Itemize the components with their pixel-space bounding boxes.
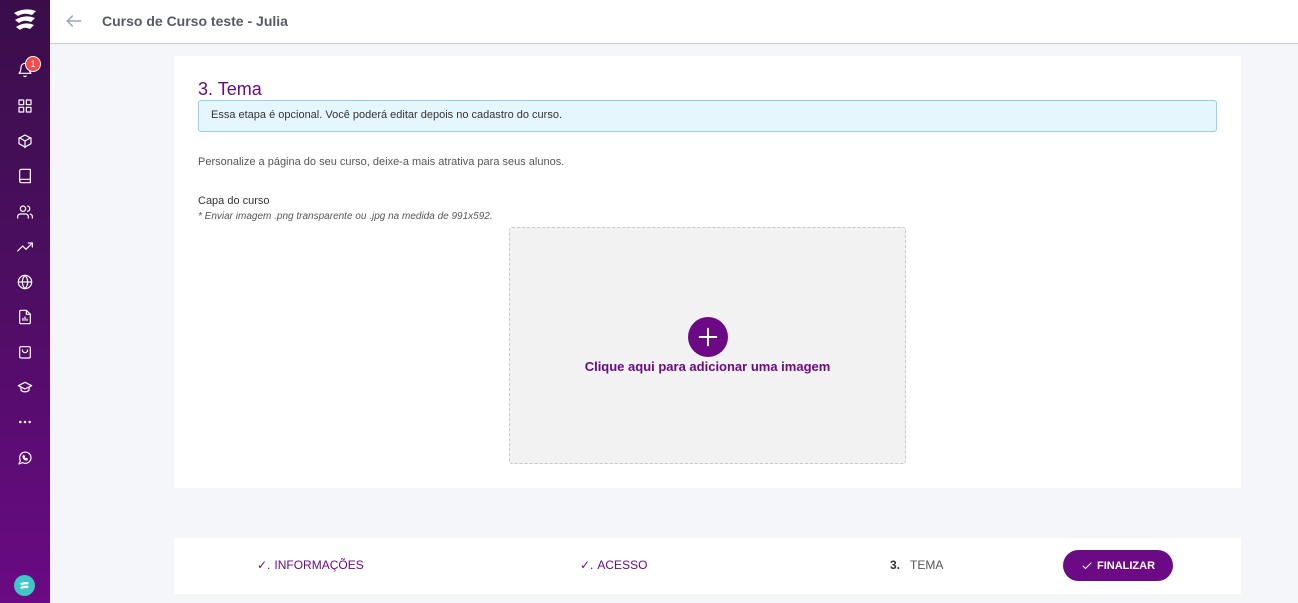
grid-icon[interactable] — [13, 94, 37, 118]
support-logo-icon[interactable] — [14, 575, 35, 596]
users-icon[interactable] — [13, 200, 37, 224]
add-image-plus-icon[interactable] — [688, 317, 728, 357]
shopping-bag-icon[interactable] — [13, 340, 37, 364]
notification-badge: 1 — [25, 56, 41, 72]
trending-up-icon[interactable] — [13, 235, 37, 259]
step-number: 3. — [890, 558, 901, 572]
optional-step-alert: Essa etapa é opcional. Você poderá edita… — [198, 100, 1217, 132]
step-label: INFORMAÇÕES — [274, 558, 364, 572]
cover-image-dropzone[interactable]: Clique aqui para adicionar uma imagem — [509, 227, 906, 464]
file-chart-icon[interactable] — [13, 305, 37, 329]
step-label: TEMA — [910, 558, 944, 572]
top-header: Curso de Curso teste - Julia — [50, 0, 1298, 44]
finalize-button[interactable]: FINALIZAR — [1063, 550, 1173, 581]
more-icon[interactable] — [13, 410, 37, 434]
add-image-label[interactable]: Clique aqui para adicionar uma imagem — [510, 359, 905, 374]
step-title: 3. Tema — [198, 79, 262, 99]
book-icon[interactable] — [13, 164, 37, 188]
box-icon[interactable] — [13, 129, 37, 153]
step-informacoes[interactable]: ✓. INFORMAÇÕES — [257, 558, 364, 572]
theme-step-card: 3. Tema Essa etapa é opcional. Você pode… — [174, 56, 1241, 488]
wizard-stepper: ✓. INFORMAÇÕES ✓. ACESSO 3. TEMA FINALIZ… — [174, 538, 1241, 594]
page-title: Curso de Curso teste - Julia — [102, 13, 288, 29]
brand-logo-icon[interactable] — [7, 4, 43, 36]
step-description: Personalize a página do seu curso, deixe… — [198, 156, 565, 168]
step-label: ACESSO — [597, 558, 648, 572]
step-tema[interactable]: 3. TEMA — [890, 558, 943, 572]
sidebar: 1 — [0, 0, 50, 603]
check-icon — [1082, 562, 1092, 569]
finalize-label: FINALIZAR — [1096, 559, 1156, 572]
cover-label: Capa do curso — [198, 195, 270, 207]
step-acesso[interactable]: ✓. ACESSO — [580, 558, 647, 572]
globe-icon[interactable] — [13, 270, 37, 294]
cover-hint: * Enviar imagem .png transparente ou .jp… — [198, 211, 493, 222]
whatsapp-icon[interactable] — [13, 446, 37, 470]
check-icon: ✓. — [580, 558, 594, 572]
check-icon: ✓. — [257, 558, 271, 572]
graduation-cap-icon[interactable] — [13, 375, 37, 399]
back-arrow-icon[interactable] — [64, 11, 84, 31]
